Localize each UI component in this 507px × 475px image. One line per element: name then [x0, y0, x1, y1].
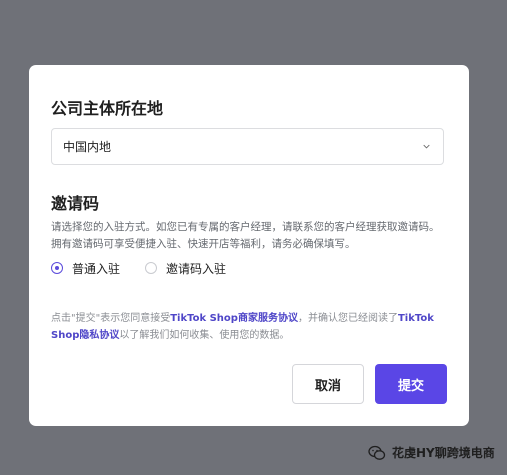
wechat-icon — [368, 445, 386, 460]
region-select[interactable]: 中国内地 — [51, 128, 444, 165]
cancel-button[interactable]: 取消 — [292, 364, 364, 404]
merchant-agreement-link[interactable]: TikTok Shop商家服务协议 — [170, 313, 298, 324]
entry-dialog: 公司主体所在地 中国内地 邀请码 请选择您的入驻方式。如您已有专属的客户经理，请… — [29, 65, 469, 426]
radio-normal-label: 普通入驻 — [72, 261, 121, 276]
chevron-down-icon — [423, 144, 430, 149]
radio-unchecked-icon — [145, 262, 157, 274]
invite-description: 请选择您的入驻方式。如您已有专属的客户经理，请联系您的客户经理获取邀请码。拥有邀… — [51, 221, 440, 250]
invite-title: 邀请码 — [51, 194, 100, 213]
watermark-text: 花虔HY聊跨境电商 — [392, 446, 495, 460]
radio-checked-icon — [51, 262, 63, 274]
agreement-text: 点击"提交"表示您同意接受TikTok Shop商家服务协议，并确认您已经阅读了… — [51, 310, 447, 344]
radio-invite-entry[interactable]: 邀请码入驻 — [145, 260, 226, 276]
watermark: 花虔HY聊跨境电商 — [368, 444, 495, 461]
region-select-value: 中国内地 — [63, 140, 112, 154]
agreement-prefix: 点击"提交"表示您同意接受 — [51, 313, 171, 324]
submit-button[interactable]: 提交 — [375, 364, 447, 404]
agreement-middle: ，并确认您已经阅读了 — [297, 313, 398, 324]
region-title: 公司主体所在地 — [51, 99, 164, 118]
agreement-suffix: 以了解我们如何收集、使用您的数据。 — [119, 330, 290, 341]
radio-normal-entry[interactable]: 普通入驻 — [51, 260, 120, 276]
radio-invite-label: 邀请码入驻 — [166, 261, 227, 276]
